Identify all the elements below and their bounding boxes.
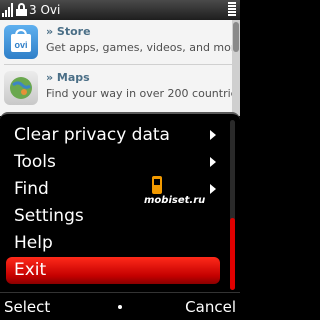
watermark: mobiset.ru: [144, 176, 226, 210]
menu-item-label: Tools: [14, 152, 56, 172]
menu-item-label: Settings: [14, 206, 84, 226]
divider: [4, 64, 232, 65]
lock-icon: [16, 3, 27, 16]
content-scrollbar-thumb[interactable]: [233, 22, 239, 52]
list-item-title: » Store: [46, 25, 91, 38]
content-list: ovi » Store Get apps, games, videos, and…: [0, 20, 240, 116]
watermark-text: mobiset.ru: [144, 195, 206, 206]
list-item-description: Find your way in over 200 countries: [46, 87, 232, 100]
menu-scrollbar-thumb[interactable]: [230, 218, 235, 290]
status-bar: 3 Ovi: [0, 0, 240, 20]
menu-item-help[interactable]: Help: [6, 230, 220, 257]
submenu-arrow-icon: [210, 130, 216, 140]
menu-item-label: Find: [14, 179, 49, 199]
battery-icon: [228, 2, 236, 17]
list-item-maps[interactable]: » Maps Find your way in over 200 countri…: [0, 66, 232, 110]
menu-item-tools[interactable]: Tools: [6, 149, 220, 176]
signal-strength-icon: [2, 3, 14, 17]
list-item-title: » Maps: [46, 71, 90, 84]
left-softkey[interactable]: Select: [4, 298, 50, 316]
softkey-bar: Select Cancel: [0, 292, 240, 320]
menu-item-label: Clear privacy data: [14, 125, 170, 145]
ovi-store-icon: ovi: [4, 25, 38, 59]
list-item-store[interactable]: ovi » Store Get apps, games, videos, and…: [0, 20, 232, 64]
menu-item-exit[interactable]: Exit: [6, 257, 220, 284]
svg-text:ovi: ovi: [14, 40, 27, 50]
status-title: 3 Ovi: [29, 3, 61, 17]
phone-logo-icon: [152, 176, 162, 194]
center-softkey-dot-icon[interactable]: [118, 305, 122, 309]
right-softkey[interactable]: Cancel: [185, 298, 236, 316]
menu-item-label: Exit: [14, 260, 47, 280]
list-item-description: Get apps, games, videos, and more: [46, 41, 232, 54]
menu-item-clear-privacy-data[interactable]: Clear privacy data: [6, 122, 220, 149]
content-scrollbar[interactable]: [232, 20, 240, 116]
menu-item-label: Help: [14, 233, 53, 253]
maps-icon: [4, 71, 38, 105]
submenu-arrow-icon: [210, 157, 216, 167]
